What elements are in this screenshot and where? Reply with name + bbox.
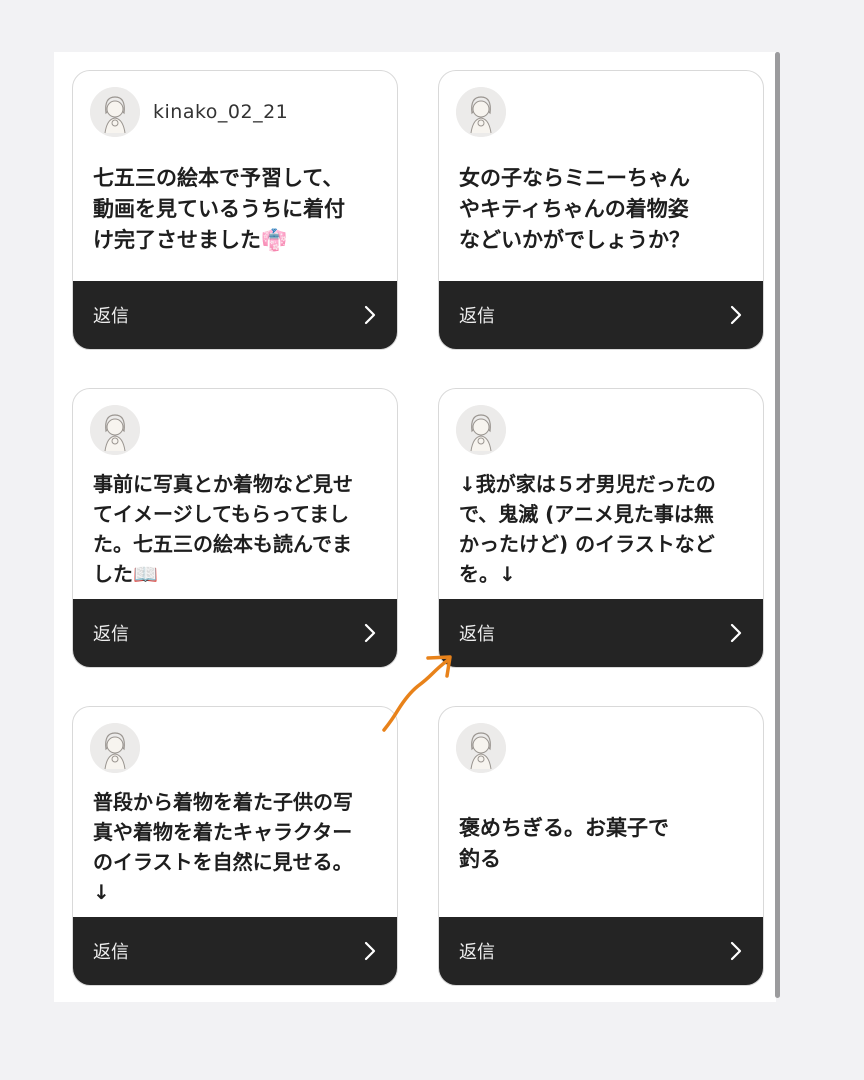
response-text: 普段から着物を着た子供の写 真や着物を着たキャラクター のイラストを自然に見せる… [93,790,353,904]
response-card: ↓我が家は５才男児だったの で、鬼滅 (アニメ見た事は無 かったけど) のイラス… [438,388,764,668]
card-header [456,87,506,137]
avatar[interactable] [90,87,140,137]
card-header: kinako_02_21 [90,87,288,137]
reply-label: 返信 [459,624,495,645]
reply-label: 返信 [93,624,129,645]
avatar[interactable] [90,405,140,455]
avatar[interactable] [456,723,506,773]
girl-illustration-icon [90,405,140,455]
response-text: ↓我が家は５才男児だったの で、鬼滅 (アニメ見た事は無 かったけど) のイラス… [459,472,716,586]
response-text: 七五三の絵本で予習して、 動画を見ているうちに着付 け完了させました👘 [93,166,345,252]
chevron-right-icon [364,623,376,643]
girl-illustration-icon [90,723,140,773]
girl-illustration-icon [456,405,506,455]
chevron-right-icon [730,623,742,643]
reply-button[interactable]: 返信 [439,917,763,985]
reply-button[interactable]: 返信 [439,281,763,349]
response-text: 事前に写真とか着物など見せ てイメージしてもらってまし た。七五三の絵本も読んで… [93,472,353,586]
card-header [90,723,140,773]
chevron-right-icon [730,305,742,325]
username[interactable]: kinako_02_21 [153,101,288,123]
reply-label: 返信 [93,306,129,327]
response-text: 女の子ならミニーちゃん やキティちゃんの着物姿 などいかがでしょうか？ [459,166,690,252]
chevron-right-icon [364,305,376,325]
card-header [90,405,140,455]
reply-label: 返信 [93,942,129,963]
reply-button[interactable]: 返信 [73,917,397,985]
reply-button[interactable]: 返信 [439,599,763,667]
reply-button[interactable]: 返信 [73,599,397,667]
reply-label: 返信 [459,306,495,327]
response-card: 事前に写真とか着物など見せ てイメージしてもらってまし た。七五三の絵本も読んで… [72,388,398,668]
avatar[interactable] [456,405,506,455]
avatar[interactable] [456,87,506,137]
response-card: 褒めちぎる。お菓子で 釣る 返信 [438,706,764,986]
card-header [456,405,506,455]
response-card: kinako_02_21 七五三の絵本で予習して、 動画を見ているうちに着付 け… [72,70,398,350]
reply-button[interactable]: 返信 [73,281,397,349]
girl-illustration-icon [456,723,506,773]
response-card: 女の子ならミニーちゃん やキティちゃんの着物姿 などいかがでしょうか？ 返信 [438,70,764,350]
card-header [456,723,506,773]
chevron-right-icon [364,941,376,961]
girl-illustration-icon [90,87,140,137]
response-card: 普段から着物を着た子供の写 真や着物を着たキャラクター のイラストを自然に見せる… [72,706,398,986]
chevron-right-icon [730,941,742,961]
avatar[interactable] [90,723,140,773]
reply-label: 返信 [459,942,495,963]
girl-illustration-icon [456,87,506,137]
scrollbar[interactable] [775,52,780,998]
response-text: 褒めちぎる。お菓子で 釣る [459,816,669,871]
